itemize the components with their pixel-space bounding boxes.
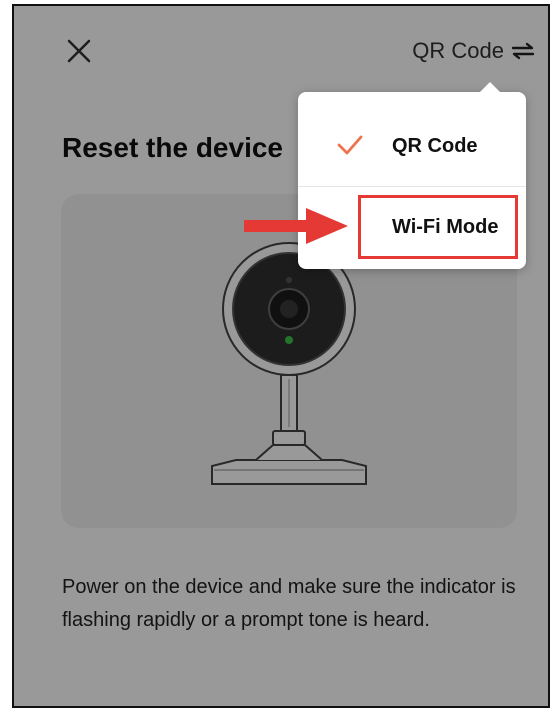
wifi-mode-highlight-box bbox=[358, 195, 518, 259]
pointer-arrow-icon bbox=[244, 208, 348, 244]
check-icon bbox=[337, 135, 363, 155]
menu-item-label: QR Code bbox=[392, 134, 478, 157]
menu-item-qr-code[interactable]: QR Code bbox=[298, 106, 526, 187]
